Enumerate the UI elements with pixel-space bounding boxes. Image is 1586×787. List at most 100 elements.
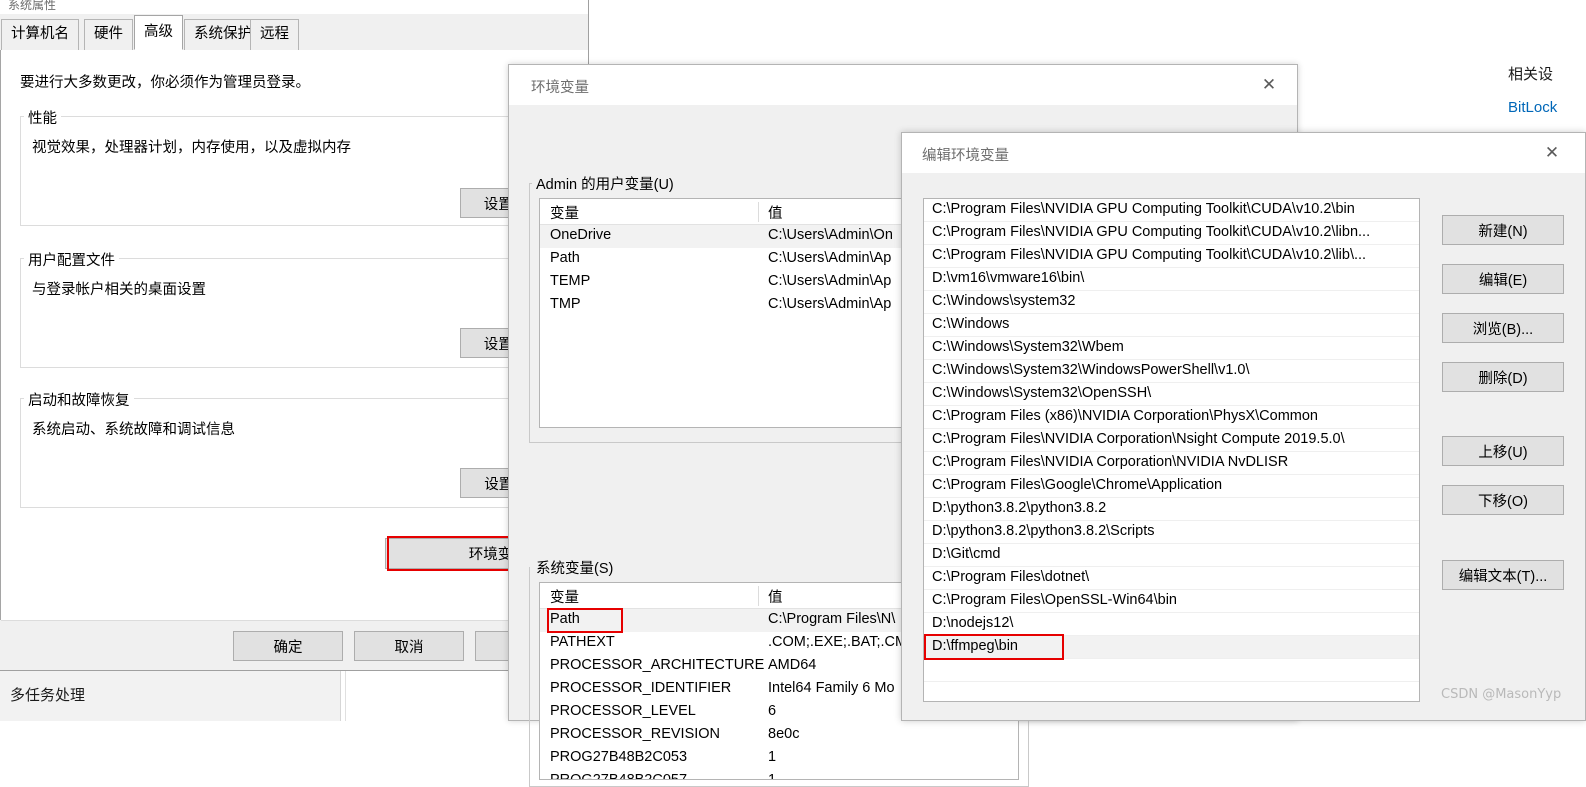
csdn-watermark: CSDN @MasonYyp (1441, 687, 1562, 702)
variable-name: OneDrive (550, 227, 612, 243)
list-item[interactable]: D:\python3.8.2\python3.8.2\Scripts (924, 521, 1419, 544)
variable-name: PROCESSOR_IDENTIFIER (550, 680, 732, 696)
startup-recovery-group-description: 系统启动、系统故障和调试信息 (32, 422, 235, 438)
variable-name: PROG27B48B2C057 (550, 772, 688, 780)
list-item[interactable]: D:\ffmpeg\bin (924, 636, 1419, 659)
multitasking-label[interactable]: 多任务处理 (10, 684, 85, 705)
list-item[interactable]: C:\Windows (924, 314, 1419, 337)
ok-button[interactable]: 确定 (233, 631, 343, 661)
tab-remote[interactable]: 远程 (250, 19, 299, 50)
path-entry-text: C:\Windows\system32 (932, 293, 1076, 309)
user-variables-legend: Admin 的用户变量(U) (532, 173, 678, 194)
path-entry-text: C:\Windows\System32\Wbem (932, 339, 1124, 355)
path-entry-text: C:\Windows\System32\OpenSSH\ (932, 385, 1152, 401)
user-variables-column-value[interactable]: 值 (768, 202, 783, 223)
system-properties-title: 系统属性 (8, 0, 57, 12)
close-icon[interactable]: ✕ (1249, 73, 1289, 97)
list-item[interactable]: C:\Program Files\Google\Chrome\Applicati… (924, 475, 1419, 498)
variable-name: Path (550, 250, 580, 266)
list-item[interactable]: C:\Program Files\NVIDIA GPU Computing To… (924, 245, 1419, 268)
move-up-button[interactable]: 上移(U) (1442, 436, 1564, 466)
edit-environment-variable-titlebar: 编辑环境变量 ✕ (902, 133, 1585, 173)
variable-value: 8e0c (768, 726, 800, 742)
variable-name: PATHEXT (550, 634, 615, 650)
path-entry-text: C:\Windows (932, 316, 1010, 332)
move-down-button[interactable]: 下移(O) (1442, 485, 1564, 515)
bitlocker-link[interactable]: BitLock (1508, 99, 1586, 116)
path-entry-text: C:\Program Files\Google\Chrome\Applicati… (932, 477, 1223, 493)
edit-environment-variable-client: C:\Program Files\NVIDIA GPU Computing To… (902, 173, 1585, 720)
path-entry-text: C:\Program Files\NVIDIA Corporation\NVID… (932, 454, 1289, 470)
table-row[interactable]: PROCESSOR_REVISION 8e0c (540, 724, 1018, 747)
close-icon[interactable]: ✕ (1532, 141, 1572, 165)
list-item[interactable]: D:\vm16\vmware16\bin\ (924, 268, 1419, 291)
performance-group-legend: 性能 (24, 107, 61, 128)
variable-name: Path (550, 611, 580, 627)
tab-advanced[interactable]: 高级 (134, 15, 183, 50)
variable-name: PROG27B48B2C053 (550, 749, 688, 765)
table-row[interactable]: PROG27B48B2C053 1 (540, 747, 1018, 770)
related-settings-heading: 相关设 (1508, 66, 1554, 83)
startup-recovery-group-legend: 启动和故障恢复 (24, 389, 134, 410)
list-item[interactable]: D:\python3.8.2\python3.8.2 (924, 498, 1419, 521)
list-item[interactable]: C:\Program Files\dotnet\ (924, 567, 1419, 590)
path-entry-text: D:\python3.8.2\python3.8.2\Scripts (932, 523, 1155, 539)
new-button[interactable]: 新建(N) (1442, 215, 1564, 245)
variable-name: PROCESSOR_REVISION (550, 726, 721, 742)
variable-value: 1 (768, 749, 777, 765)
environment-variables-titlebar: 环境变量 ✕ (509, 65, 1297, 105)
list-item[interactable]: D:\nodejs12\ (924, 613, 1419, 636)
system-variables-column-name[interactable]: 变量 (550, 586, 579, 607)
tab-computer-name[interactable]: 计算机名 (1, 19, 79, 50)
edit-button[interactable]: 编辑(E) (1442, 264, 1564, 294)
path-entries-listbox[interactable]: C:\Program Files\NVIDIA GPU Computing To… (923, 198, 1420, 702)
list-item[interactable]: C:\Windows\System32\OpenSSH\ (924, 383, 1419, 406)
list-item[interactable] (924, 682, 1419, 701)
path-entry-text: D:\Git\cmd (932, 546, 1001, 562)
performance-group-description: 视觉效果，处理器计划，内存使用，以及虚拟内存 (32, 140, 351, 156)
user-profiles-group-description: 与登录帐户相关的桌面设置 (32, 282, 206, 298)
edit-environment-variable-window: 编辑环境变量 ✕ C:\Program Files\NVIDIA GPU Com… (901, 132, 1586, 721)
list-item[interactable]: C:\Windows\System32\WindowsPowerShell\v1… (924, 360, 1419, 383)
variable-value: 1 (768, 772, 777, 780)
list-item[interactable]: D:\Git\cmd (924, 544, 1419, 567)
path-entry-text: C:\Program Files\NVIDIA GPU Computing To… (932, 247, 1367, 263)
variable-name: TMP (550, 296, 581, 312)
list-item[interactable]: C:\Program Files\OpenSSL-Win64\bin (924, 590, 1419, 613)
column-separator[interactable] (758, 586, 759, 606)
table-row[interactable]: PROG27B48B2C057 1 (540, 770, 1018, 780)
system-variables-legend: 系统变量(S) (532, 557, 618, 578)
system-properties-tabstrip: 计算机名 硬件 高级 系统保护 远程 (0, 14, 588, 51)
path-entry-text: C:\Windows\System32\WindowsPowerShell\v1… (932, 362, 1250, 378)
system-properties-window: 系统属性 计算机名 硬件 高级 系统保护 远程 要进行大多数更改，你必须作为管理… (0, 0, 589, 671)
variable-name: PROCESSOR_ARCHITECTURE (550, 657, 765, 673)
delete-button[interactable]: 删除(D) (1442, 362, 1564, 392)
user-variables-column-name[interactable]: 变量 (550, 202, 579, 223)
variable-name: TEMP (550, 273, 591, 289)
variable-name: PROCESSOR_LEVEL (550, 703, 696, 719)
admin-login-note: 要进行大多数更改，你必须作为管理员登录。 (20, 75, 310, 91)
path-entry-text: C:\Program Files (x86)\NVIDIA Corporatio… (932, 408, 1318, 424)
path-entry-text: C:\Program Files\NVIDIA GPU Computing To… (932, 224, 1371, 240)
tab-hardware[interactable]: 硬件 (84, 19, 133, 50)
path-entry-text: C:\Program Files\NVIDIA Corporation\Nsig… (932, 431, 1345, 447)
list-item[interactable]: C:\Windows\System32\Wbem (924, 337, 1419, 360)
path-entry-text: C:\Program Files\NVIDIA GPU Computing To… (932, 201, 1355, 217)
column-separator[interactable] (758, 202, 759, 222)
user-profiles-group-legend: 用户配置文件 (24, 249, 119, 270)
cancel-button[interactable]: 取消 (354, 631, 464, 661)
list-item[interactable]: C:\Program Files\NVIDIA GPU Computing To… (924, 222, 1419, 245)
list-item[interactable]: C:\Program Files (x86)\NVIDIA Corporatio… (924, 406, 1419, 429)
list-item[interactable] (924, 659, 1419, 682)
list-item[interactable]: C:\Program Files\NVIDIA GPU Computing To… (924, 199, 1419, 222)
path-entry-text: D:\nodejs12\ (932, 615, 1014, 631)
environment-variables-title: 环境变量 (531, 80, 589, 96)
list-item[interactable]: C:\Program Files\NVIDIA Corporation\Nsig… (924, 429, 1419, 452)
edit-text-button[interactable]: 编辑文本(T)... (1442, 560, 1564, 590)
path-entry-text: C:\Program Files\dotnet\ (932, 569, 1090, 585)
list-item[interactable]: C:\Windows\system32 (924, 291, 1419, 314)
system-variables-column-value[interactable]: 值 (768, 586, 783, 607)
browse-button[interactable]: 浏览(B)... (1442, 313, 1564, 343)
list-item[interactable]: C:\Program Files\NVIDIA Corporation\NVID… (924, 452, 1419, 475)
settings-top-strip (588, 0, 1586, 12)
